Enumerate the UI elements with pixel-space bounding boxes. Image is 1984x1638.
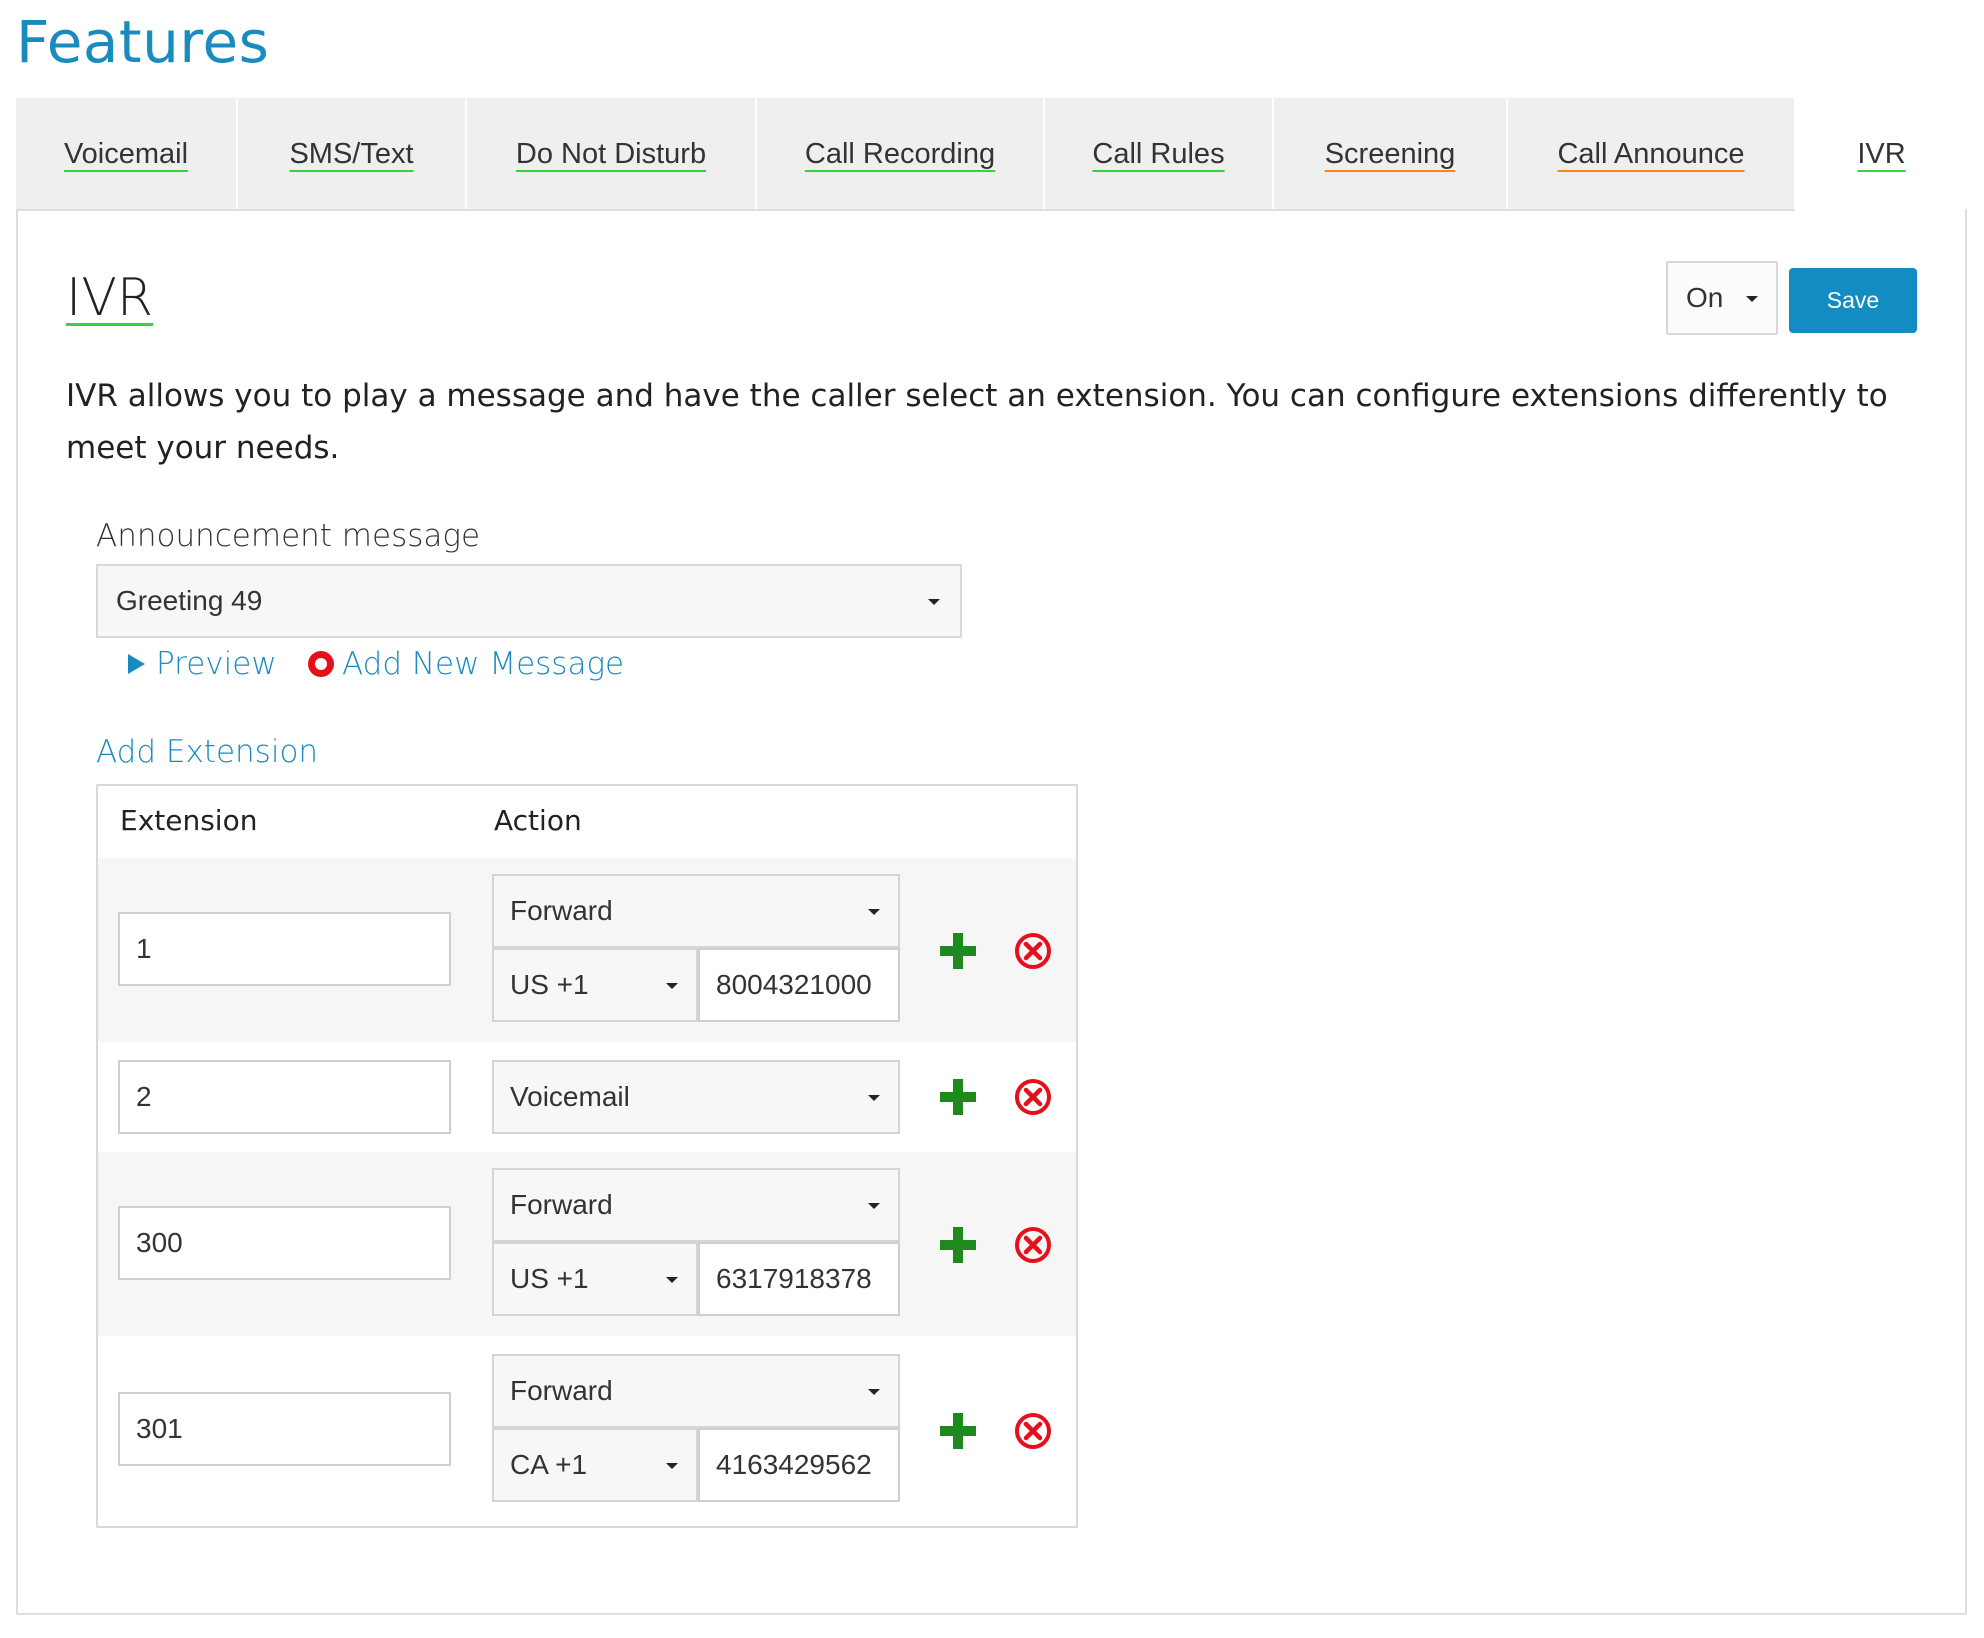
plus-icon[interactable]: [938, 1225, 978, 1265]
chevron-down-icon: [868, 909, 880, 915]
plus-icon[interactable]: [938, 1077, 978, 1117]
action-select[interactable]: Forward: [492, 874, 900, 948]
ivr-state-value: On: [1686, 282, 1724, 313]
table-row: 301 Forward CA +1 4163429562: [98, 1336, 1076, 1526]
extension-input[interactable]: 301: [118, 1392, 451, 1466]
table-row: 300 Forward US +1 6317918378: [98, 1152, 1076, 1336]
action-value: Forward: [510, 895, 613, 926]
column-header-action: Action: [494, 804, 582, 837]
preview-label: Preview: [156, 646, 277, 682]
play-icon: [128, 654, 145, 674]
chevron-down-icon: [868, 1203, 880, 1209]
country-code-select[interactable]: CA +1: [492, 1428, 698, 1502]
add-new-message-label: Add New Message: [342, 646, 625, 682]
chevron-down-icon: [666, 1463, 678, 1469]
action-value: Forward: [510, 1375, 613, 1406]
ivr-state-select[interactable]: On: [1666, 261, 1778, 335]
forward-number-input[interactable]: 6317918378: [698, 1242, 900, 1316]
tab-sms-text[interactable]: SMS/Text: [238, 98, 467, 210]
chevron-down-icon: [868, 1095, 880, 1101]
tab-screening[interactable]: Screening: [1274, 98, 1508, 210]
extensions-table: Extension Action 1 Forward US +1 8004321…: [96, 784, 1078, 1528]
save-button[interactable]: Save: [1789, 268, 1917, 333]
column-header-extension: Extension: [120, 804, 258, 837]
tab-call-announce[interactable]: Call Announce: [1508, 98, 1796, 210]
action-value: Forward: [510, 1189, 613, 1220]
feature-tabs: Voicemail SMS/Text Do Not Disturb Call R…: [16, 98, 1967, 210]
add-new-message-link[interactable]: Add New Message: [308, 640, 624, 688]
tab-call-rules[interactable]: Call Rules: [1045, 98, 1274, 210]
tab-divider: [16, 209, 1795, 211]
country-code-select[interactable]: US +1: [492, 1242, 698, 1316]
chevron-down-icon: [1746, 296, 1758, 302]
chevron-down-icon: [928, 599, 940, 605]
announcement-label: Announcement message: [96, 518, 481, 554]
table-row: 2 Voicemail: [98, 1042, 1076, 1152]
action-select[interactable]: Forward: [492, 1354, 900, 1428]
delete-icon[interactable]: [1013, 1411, 1053, 1451]
preview-link[interactable]: Preview: [128, 640, 277, 688]
forward-number-input[interactable]: 8004321000: [698, 948, 900, 1022]
delete-icon[interactable]: [1013, 931, 1053, 971]
announcement-value: Greeting 49: [116, 585, 263, 616]
action-value: Voicemail: [510, 1081, 630, 1112]
page-title: Features: [16, 8, 270, 76]
country-code-value: CA +1: [510, 1449, 588, 1480]
tab-call-recording[interactable]: Call Recording: [757, 98, 1045, 210]
chevron-down-icon: [868, 1389, 880, 1395]
section-heading: IVR: [66, 268, 154, 328]
extension-input[interactable]: 300: [118, 1206, 451, 1280]
country-code-select[interactable]: US +1: [492, 948, 698, 1022]
ivr-description: IVR allows you to play a message and hav…: [66, 378, 1888, 466]
action-select[interactable]: Forward: [492, 1168, 900, 1242]
plus-icon[interactable]: [938, 931, 978, 971]
plus-icon[interactable]: [938, 1411, 978, 1451]
chevron-down-icon: [666, 1277, 678, 1283]
country-code-value: US +1: [510, 1263, 589, 1294]
add-extension-link[interactable]: Add Extension: [96, 734, 318, 770]
delete-icon[interactable]: [1013, 1077, 1053, 1117]
tab-voicemail[interactable]: Voicemail: [16, 98, 238, 210]
delete-icon[interactable]: [1013, 1225, 1053, 1265]
announcement-select[interactable]: Greeting 49: [96, 564, 962, 638]
tab-do-not-disturb[interactable]: Do Not Disturb: [467, 98, 757, 210]
tab-ivr[interactable]: IVR: [1796, 98, 1967, 210]
action-select[interactable]: Voicemail: [492, 1060, 900, 1134]
extension-input[interactable]: 1: [118, 912, 451, 986]
country-code-value: US +1: [510, 969, 589, 1000]
extension-input[interactable]: 2: [118, 1060, 451, 1134]
forward-number-input[interactable]: 4163429562: [698, 1428, 900, 1502]
record-icon: [308, 651, 334, 677]
table-row: 1 Forward US +1 8004321000: [98, 858, 1076, 1042]
chevron-down-icon: [666, 983, 678, 989]
